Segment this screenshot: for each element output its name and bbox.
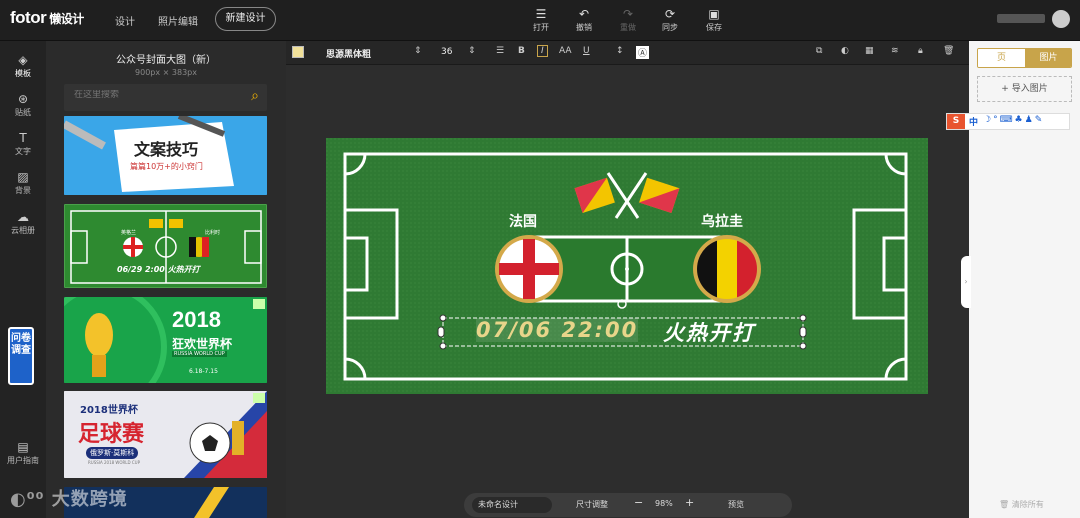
- redo-button[interactable]: ↷ 重做: [610, 6, 646, 33]
- left-icon-bar: ◈ 模板 ⊛ 贴纸 T 文字 ▨ 背景 ☁ 云相册 ▤ 用户指南: [0, 41, 46, 518]
- template-panel: 公众号封面大图（新） 900px × 383px ⌕ 文案技巧 篇篇10万+的小…: [46, 41, 286, 518]
- text-icon: T: [19, 131, 27, 145]
- import-image-button[interactable]: + 导入图片: [977, 76, 1072, 102]
- font-family-select[interactable]: 思源黑体粗: [326, 47, 371, 60]
- sticker-icon: ⊛: [17, 92, 29, 106]
- search-icon[interactable]: ⌕: [251, 88, 259, 104]
- design-canvas[interactable]: 法国 乌拉圭 07/06 22:00 火热开打: [326, 138, 928, 394]
- sync-icon: ⟳: [664, 7, 676, 21]
- trash-icon[interactable]: 🗑︎: [943, 46, 954, 56]
- sidebar-item-sticker[interactable]: ⊛ 贴纸: [0, 91, 46, 118]
- undo-button[interactable]: ↶ 撤销: [566, 6, 602, 33]
- sogou-icon: S: [947, 114, 965, 129]
- copy-icon[interactable]: ⧉: [816, 46, 822, 56]
- match-time-text[interactable]: 07/06 22:00: [476, 318, 639, 342]
- headline-text[interactable]: 火热开打: [663, 317, 755, 347]
- new-design-button[interactable]: 新建设计: [215, 7, 276, 31]
- avatar[interactable]: [1052, 10, 1070, 28]
- zoom-in-button[interactable]: +: [685, 496, 694, 509]
- sidebar-item-template[interactable]: ◈ 模板: [0, 52, 46, 79]
- template-thumb-copywriting[interactable]: 文案技巧 篇篇10万+的小窍门: [64, 116, 267, 195]
- template-thumb-world-cup-carnival[interactable]: 2018 狂欢世界杯 RUSSIA WORLD CUP 6.18-7.15: [64, 297, 267, 383]
- save-icon: ▣: [708, 7, 720, 21]
- sidebar-item-guide[interactable]: ▤ 用户指南: [0, 439, 46, 466]
- nav-photo-edit[interactable]: 照片编辑: [158, 13, 198, 28]
- sidebar-item-background[interactable]: ▨ 背景: [0, 169, 46, 196]
- text-effect-icon[interactable]: Ⓐ: [636, 46, 650, 59]
- background-icon: ▨: [17, 170, 29, 184]
- redo-icon: ↷: [622, 7, 634, 21]
- undo-icon: ↶: [578, 7, 590, 21]
- menu-icon: ☰: [535, 7, 547, 21]
- sidebar-item-cloud[interactable]: ☁ 云相册: [0, 209, 46, 236]
- save-button[interactable]: ▣ 保存: [696, 6, 732, 33]
- survey-button[interactable]: 问卷调查: [8, 327, 34, 385]
- trash-icon: 🗑︎: [999, 500, 1012, 509]
- open-button[interactable]: ☰ 打开: [523, 6, 559, 33]
- tab-group: 页 图片: [977, 48, 1072, 68]
- resize-button[interactable]: 尺寸调整: [576, 499, 608, 510]
- fotor-logo[interactable]: fotor 懒设计: [10, 8, 84, 28]
- line-spacing-icon[interactable]: ↕: [616, 46, 624, 56]
- design-name-field[interactable]: 未命名设计: [472, 497, 552, 513]
- font-size-select[interactable]: 36: [441, 47, 452, 57]
- guide-icon: ▤: [17, 440, 29, 454]
- nav-design[interactable]: 设计: [115, 13, 135, 28]
- lock-icon[interactable]: 🔒︎: [918, 46, 923, 56]
- zoom-out-button[interactable]: −: [634, 496, 643, 509]
- tab-page[interactable]: 页: [978, 49, 1025, 67]
- user-name-blurred[interactable]: [997, 14, 1045, 23]
- thumb2-art: [70, 210, 262, 284]
- align-center-icon[interactable]: ☰: [496, 46, 504, 56]
- ime-tools-icons[interactable]: ☽°⌨♣♟✎: [983, 115, 1044, 125]
- chevron-down-icon[interactable]: ⇕: [468, 46, 476, 56]
- text-color-swatch[interactable]: [292, 46, 304, 58]
- search-box: ⌕: [64, 84, 267, 111]
- sidebar-item-text[interactable]: T 文字: [0, 130, 46, 157]
- ime-toolbar[interactable]: S 中 ☽°⌨♣♟✎: [946, 113, 1070, 130]
- team-left-label[interactable]: 法国: [509, 211, 537, 231]
- search-input[interactable]: [74, 90, 234, 100]
- sync-button[interactable]: ⟳ 同步: [652, 6, 688, 33]
- zoom-level: 98%: [655, 499, 673, 508]
- underline-button[interactable]: U: [583, 46, 590, 56]
- chevron-down-icon[interactable]: ⇕: [414, 46, 422, 56]
- panel-title: 公众号封面大图（新）: [116, 55, 216, 66]
- format-toolbar: 思源黑体粗 ⇕ 36 ⇕ ☰ B I AA U ↕ Ⓐ ⧉ ◐ ▦ ≋ 🔒︎ 🗑…: [286, 41, 969, 65]
- template-thumb-football-game[interactable]: 2018世界杯 足球赛 俄罗斯·莫斯科 RUSSIA 2018 WORLD CU…: [64, 391, 267, 478]
- watermark-logo: ◐⁰⁰ 大数跨境: [10, 489, 128, 510]
- tab-image[interactable]: 图片: [1025, 49, 1071, 67]
- layers-icon: ◈: [18, 53, 28, 67]
- template-thumb-football-match[interactable]: 英格兰 比利时 06/29 2:00 火热开打: [64, 204, 267, 288]
- collapse-sidebar-handle[interactable]: ›: [961, 256, 971, 308]
- clear-all-button[interactable]: 🗑︎ 清除所有: [999, 499, 1044, 510]
- layer-icon[interactable]: ≋: [891, 46, 899, 56]
- football-field: [326, 138, 928, 394]
- cloud-upload-icon: ☁: [17, 210, 29, 224]
- zoom-bar: 未命名设计 尺寸调整 − 98% + 预览: [464, 493, 792, 517]
- thumb3-art: [64, 297, 267, 383]
- ime-lang[interactable]: 中: [969, 115, 978, 128]
- top-bar: fotor 懒设计 设计 照片编辑 新建设计 ☰ 打开 ↶ 撤销 ↷ 重做 ⟳ 同步 ▣ 保…: [0, 0, 1080, 41]
- italic-button[interactable]: I: [537, 45, 548, 57]
- team-right-label[interactable]: 乌拉圭: [701, 211, 743, 231]
- uppercase-button[interactable]: AA: [559, 46, 572, 56]
- transparency-icon[interactable]: ▦: [865, 46, 874, 56]
- mask-icon[interactable]: ◐: [841, 46, 849, 56]
- preview-button[interactable]: 预览: [728, 499, 744, 510]
- panel-size: 900px × 383px: [135, 68, 197, 77]
- bold-button[interactable]: B: [518, 46, 525, 56]
